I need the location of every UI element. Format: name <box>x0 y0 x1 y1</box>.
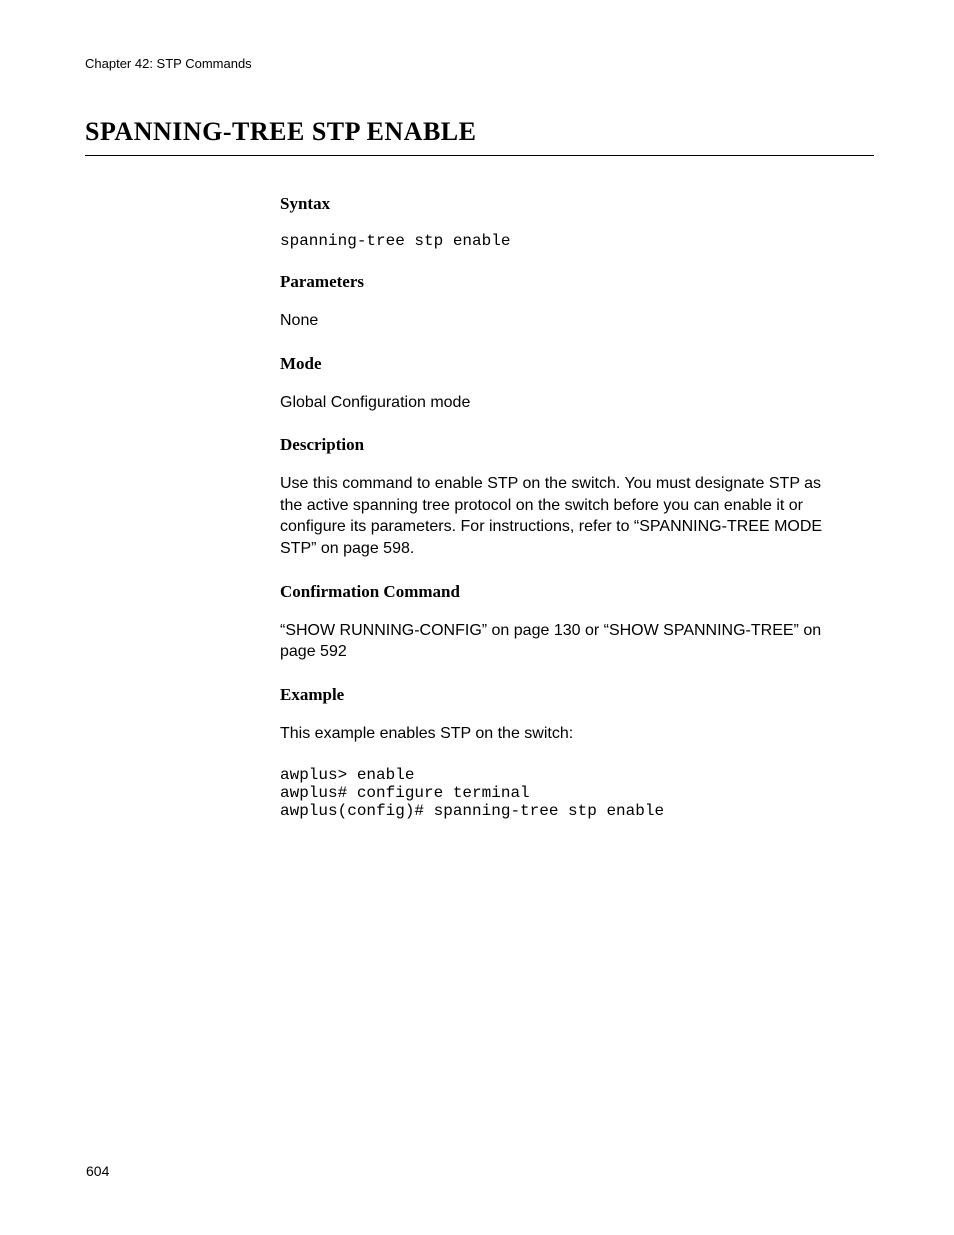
description-heading: Description <box>280 435 839 455</box>
page-number: 604 <box>86 1163 109 1179</box>
description-content: Use this command to enable STP on the sw… <box>280 473 839 559</box>
example-intro: This example enables STP on the switch: <box>280 723 839 745</box>
syntax-heading: Syntax <box>280 194 839 214</box>
mode-content: Global Configuration mode <box>280 392 839 414</box>
parameters-content: None <box>280 310 839 332</box>
parameters-heading: Parameters <box>280 272 839 292</box>
page-title: SPANNING-TREE STP ENABLE <box>85 117 874 156</box>
syntax-content: spanning-tree stp enable <box>280 232 839 250</box>
confirmation-content: “SHOW RUNNING-CONFIG” on page 130 or “SH… <box>280 620 839 663</box>
example-heading: Example <box>280 685 839 705</box>
content-area: Syntax spanning-tree stp enable Paramete… <box>85 194 874 820</box>
page-container: Chapter 42: STP Commands SPANNING-TREE S… <box>0 0 954 820</box>
mode-heading: Mode <box>280 354 839 374</box>
confirmation-heading: Confirmation Command <box>280 582 839 602</box>
chapter-header: Chapter 42: STP Commands <box>85 56 874 71</box>
example-code: awplus> enable awplus# configure termina… <box>280 766 839 820</box>
